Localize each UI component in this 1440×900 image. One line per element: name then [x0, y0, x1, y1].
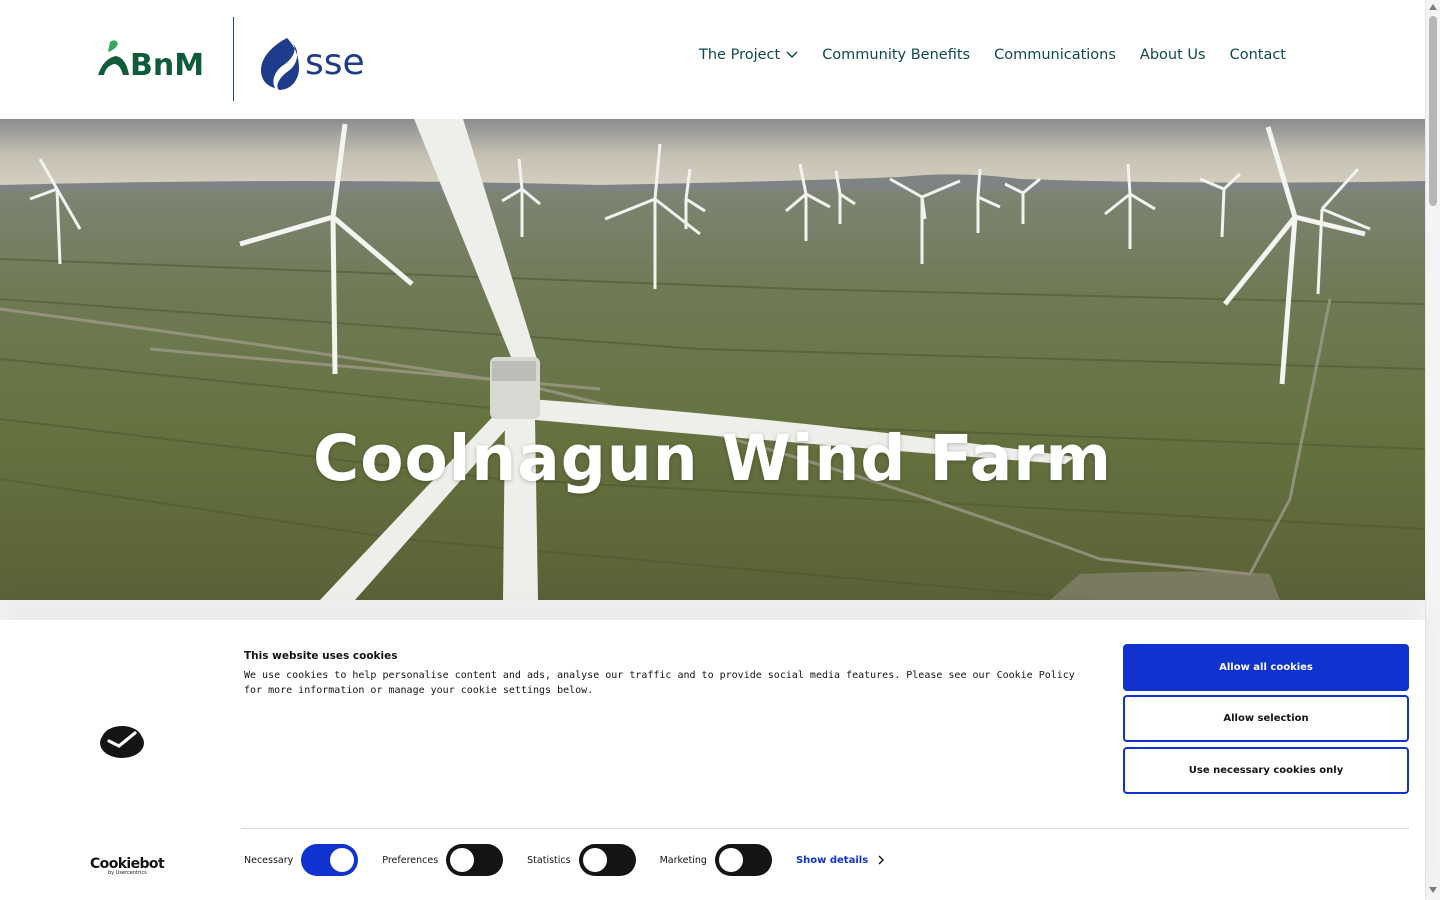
toggle-preferences: Preferences	[382, 844, 504, 876]
chevron-down-icon	[786, 51, 798, 58]
bnm-logo-text: BnM	[130, 48, 204, 80]
nav-community-benefits[interactable]: Community Benefits	[822, 47, 970, 63]
toggle-necessary-switch[interactable]	[301, 844, 359, 876]
toggle-necessary-label: Necessary	[244, 854, 294, 866]
nav-about-us[interactable]: About Us	[1140, 47, 1206, 63]
toggle-marketing-switch[interactable]	[714, 844, 772, 876]
nav-about-us-label: About Us	[1139, 47, 1206, 63]
scroll-down-arrow-icon[interactable]	[1429, 887, 1437, 893]
cookie-consent-banner: This website uses cookies We use cookies…	[0, 620, 1425, 900]
toggle-marketing: Marketing	[660, 844, 772, 876]
switch-knob	[450, 848, 475, 872]
scroll-up-arrow-icon[interactable]	[1429, 4, 1437, 10]
cookiebot-brand[interactable]: Cookiebot by Usercentrics	[90, 856, 165, 876]
nav-the-project[interactable]: The Project	[699, 47, 798, 63]
necessary-only-button[interactable]: Use necessary cookies only	[1123, 747, 1409, 794]
logo-divider	[233, 17, 234, 101]
scroll-thumb[interactable]	[1429, 16, 1437, 206]
toggle-statistics: Statistics	[527, 844, 636, 876]
hero-wind-farm-image	[0, 119, 1425, 600]
hero-banner: Coolnagun Wind Farm	[0, 119, 1425, 600]
toggle-preferences-switch[interactable]	[446, 844, 504, 876]
cookie-title: This website uses cookies	[244, 650, 398, 662]
page-scrollbar[interactable]	[1425, 0, 1440, 900]
cookie-toggles: Necessary Preferences Statistics Marketi…	[244, 844, 885, 876]
nav-contact-label: Contact	[1229, 47, 1286, 63]
sse-logo-text: sse	[305, 42, 365, 83]
toggle-statistics-label: Statistics	[527, 854, 571, 866]
cookie-description: We use cookies to help personalise conte…	[244, 670, 1075, 696]
chevron-right-icon	[878, 855, 885, 865]
switch-knob	[330, 848, 355, 872]
allow-all-cookies-button[interactable]: Allow all cookies	[1123, 644, 1409, 691]
switch-knob	[582, 848, 607, 872]
toggle-preferences-label: Preferences	[382, 854, 439, 866]
toggle-statistics-switch[interactable]	[578, 844, 636, 876]
nav-the-project-label: The Project	[699, 47, 781, 63]
site-header: BnM sse The Project Community Benefits C…	[0, 0, 1425, 119]
cookie-divider	[241, 828, 1409, 829]
toggle-necessary: Necessary	[244, 844, 359, 876]
hero-title: Coolnagun Wind Farm	[312, 422, 1113, 495]
main-nav: The Project Community Benefits Communica…	[699, 47, 1286, 63]
sse-logo[interactable]: sse	[257, 36, 373, 92]
show-details-label: Show details	[795, 854, 869, 866]
show-details-link[interactable]: Show details	[795, 854, 885, 866]
nav-communications[interactable]: Communications	[994, 47, 1116, 63]
allow-selection-button[interactable]: Allow selection	[1123, 695, 1409, 742]
cookiebot-check-icon	[100, 726, 144, 758]
nav-contact[interactable]: Contact	[1230, 47, 1286, 63]
toggle-marketing-label: Marketing	[659, 854, 707, 866]
nav-communications-label: Communications	[994, 47, 1116, 63]
nav-community-benefits-label: Community Benefits	[822, 47, 971, 63]
bnm-logo[interactable]: BnM	[96, 40, 214, 80]
switch-knob	[718, 848, 743, 872]
